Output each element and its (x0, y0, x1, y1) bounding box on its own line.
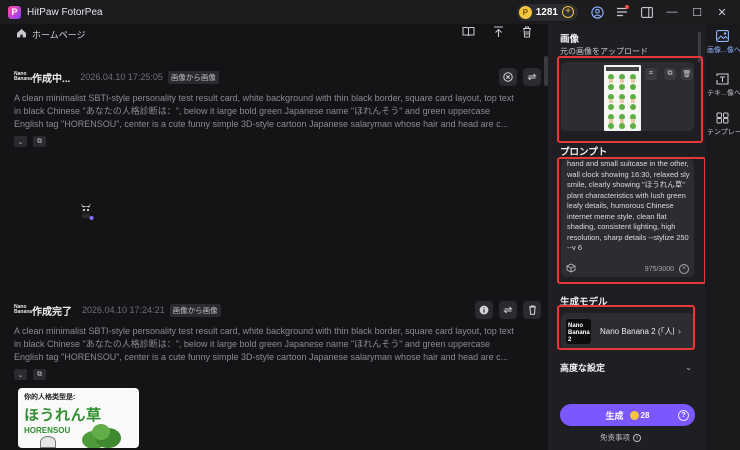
loading-animation-icon (81, 203, 94, 220)
title-bar: P HitPaw FotorPea P 1281 + — ☐ ✕ (0, 0, 740, 24)
thumb-heading: 你的人格类型是: (24, 394, 76, 401)
card-prompt-text: A clean minimalist SBTI-style personalit… (14, 93, 514, 130)
card-status: 作成中... (32, 73, 71, 85)
chevron-down-icon: ⌄ (685, 362, 692, 372)
help-icon[interactable]: ? (678, 409, 689, 421)
coin-icon: P (518, 5, 532, 19)
model-badge: Nano Banana (14, 304, 33, 315)
book-icon[interactable] (462, 26, 475, 41)
disclaimer-label: 免责事项 (600, 433, 630, 442)
advanced-settings-title: 高度な設定 (560, 362, 606, 373)
result-thumbnail[interactable]: 你的人格类型是: ほうれん草 HORENSOU (18, 388, 139, 448)
generation-card-in-progress: Nano Banana 作成中... 2026.04.10 17:25:05 画像… (14, 68, 541, 147)
rail-item-templates[interactable]: テンプレート (705, 112, 740, 137)
account-icon[interactable] (590, 5, 604, 19)
card-tag: 画像から画像 (169, 303, 221, 317)
close-button[interactable]: ✕ (715, 5, 729, 19)
maximize-button[interactable]: ☐ (690, 5, 704, 19)
rail-label: テキ...像へ (707, 90, 740, 97)
advanced-settings-toggle[interactable]: 高度な設定 ⌄ (560, 360, 694, 374)
app-title: HitPaw FotorPea (27, 6, 103, 18)
notification-dot (625, 5, 629, 9)
credits-count: 1281 (535, 6, 558, 18)
copy-prompt-icon[interactable]: ⧉ (33, 136, 46, 147)
generate-label: 生成 (605, 410, 624, 421)
generation-feed: Nano Banana 作成中... 2026.04.10 17:25:05 画像… (0, 44, 548, 450)
generation-card-complete: Nano Banana 作成完了 2026.04.10 17:24:21 画像から… (14, 301, 541, 380)
delete-button[interactable] (523, 301, 541, 319)
card-status: 作成完了 (32, 306, 72, 318)
highlight-frame-model (557, 305, 695, 350)
generate-cost: 28 (640, 410, 650, 420)
minimize-button[interactable]: — (665, 5, 679, 19)
coin-icon (629, 410, 639, 420)
model-badge: Nano Banana (14, 71, 33, 82)
add-credits-icon[interactable]: + (562, 6, 574, 18)
card-tag: 画像から画像 (167, 70, 219, 84)
character-illustration (40, 436, 56, 448)
highlight-frame-prompt (557, 157, 706, 284)
generate-button[interactable]: 生成 28 ? (560, 404, 695, 426)
sidebar-toggle-icon[interactable] (640, 5, 654, 19)
rail-label: 画像...像へ (707, 47, 740, 54)
rail-item-image-to-image[interactable]: 画像...像へ (705, 30, 740, 55)
home-link[interactable]: ホームページ (32, 28, 86, 41)
image-to-image-icon (705, 30, 740, 45)
prompt-section-title: プロンプト (560, 147, 608, 158)
rail-label: テンプレート (707, 129, 740, 136)
regenerate-button[interactable] (523, 68, 541, 86)
expand-prompt-icon[interactable]: ⌄ (14, 136, 27, 147)
mode-rail: 画像...像へ テキ...像へ テンプレート (705, 24, 740, 450)
card-prompt-text: A clean minimalist SBTI-style personalit… (14, 326, 514, 363)
scroll-to-top-icon[interactable] (493, 26, 504, 41)
template-icon (705, 112, 740, 127)
disclaimer-link[interactable]: 免责事项 i (600, 432, 641, 443)
rail-item-text-to-image[interactable]: テキ...像へ (705, 73, 740, 98)
credits-badge[interactable]: P 1281 + (516, 3, 578, 21)
info-button[interactable] (475, 301, 493, 319)
cancel-generation-button[interactable] (499, 68, 517, 86)
regenerate-button[interactable] (499, 301, 517, 319)
card-timestamp: 2026.04.10 17:25:05 (80, 72, 163, 82)
sub-toolbar: ホームページ (0, 24, 548, 44)
delete-all-icon[interactable] (522, 26, 532, 41)
spinach-illustration (82, 424, 121, 448)
copy-prompt-icon[interactable]: ⧉ (33, 369, 46, 380)
card-timestamp: 2026.04.10 17:24:21 (82, 305, 165, 315)
menu-icon[interactable] (615, 5, 629, 19)
highlight-frame-upload (557, 56, 703, 143)
app-logo: P (8, 5, 21, 19)
text-to-image-icon (705, 73, 740, 88)
expand-prompt-icon[interactable]: ⌄ (14, 369, 27, 380)
image-section-title: 画像 (560, 34, 580, 45)
home-icon[interactable] (16, 28, 27, 41)
info-icon: i (633, 433, 641, 442)
